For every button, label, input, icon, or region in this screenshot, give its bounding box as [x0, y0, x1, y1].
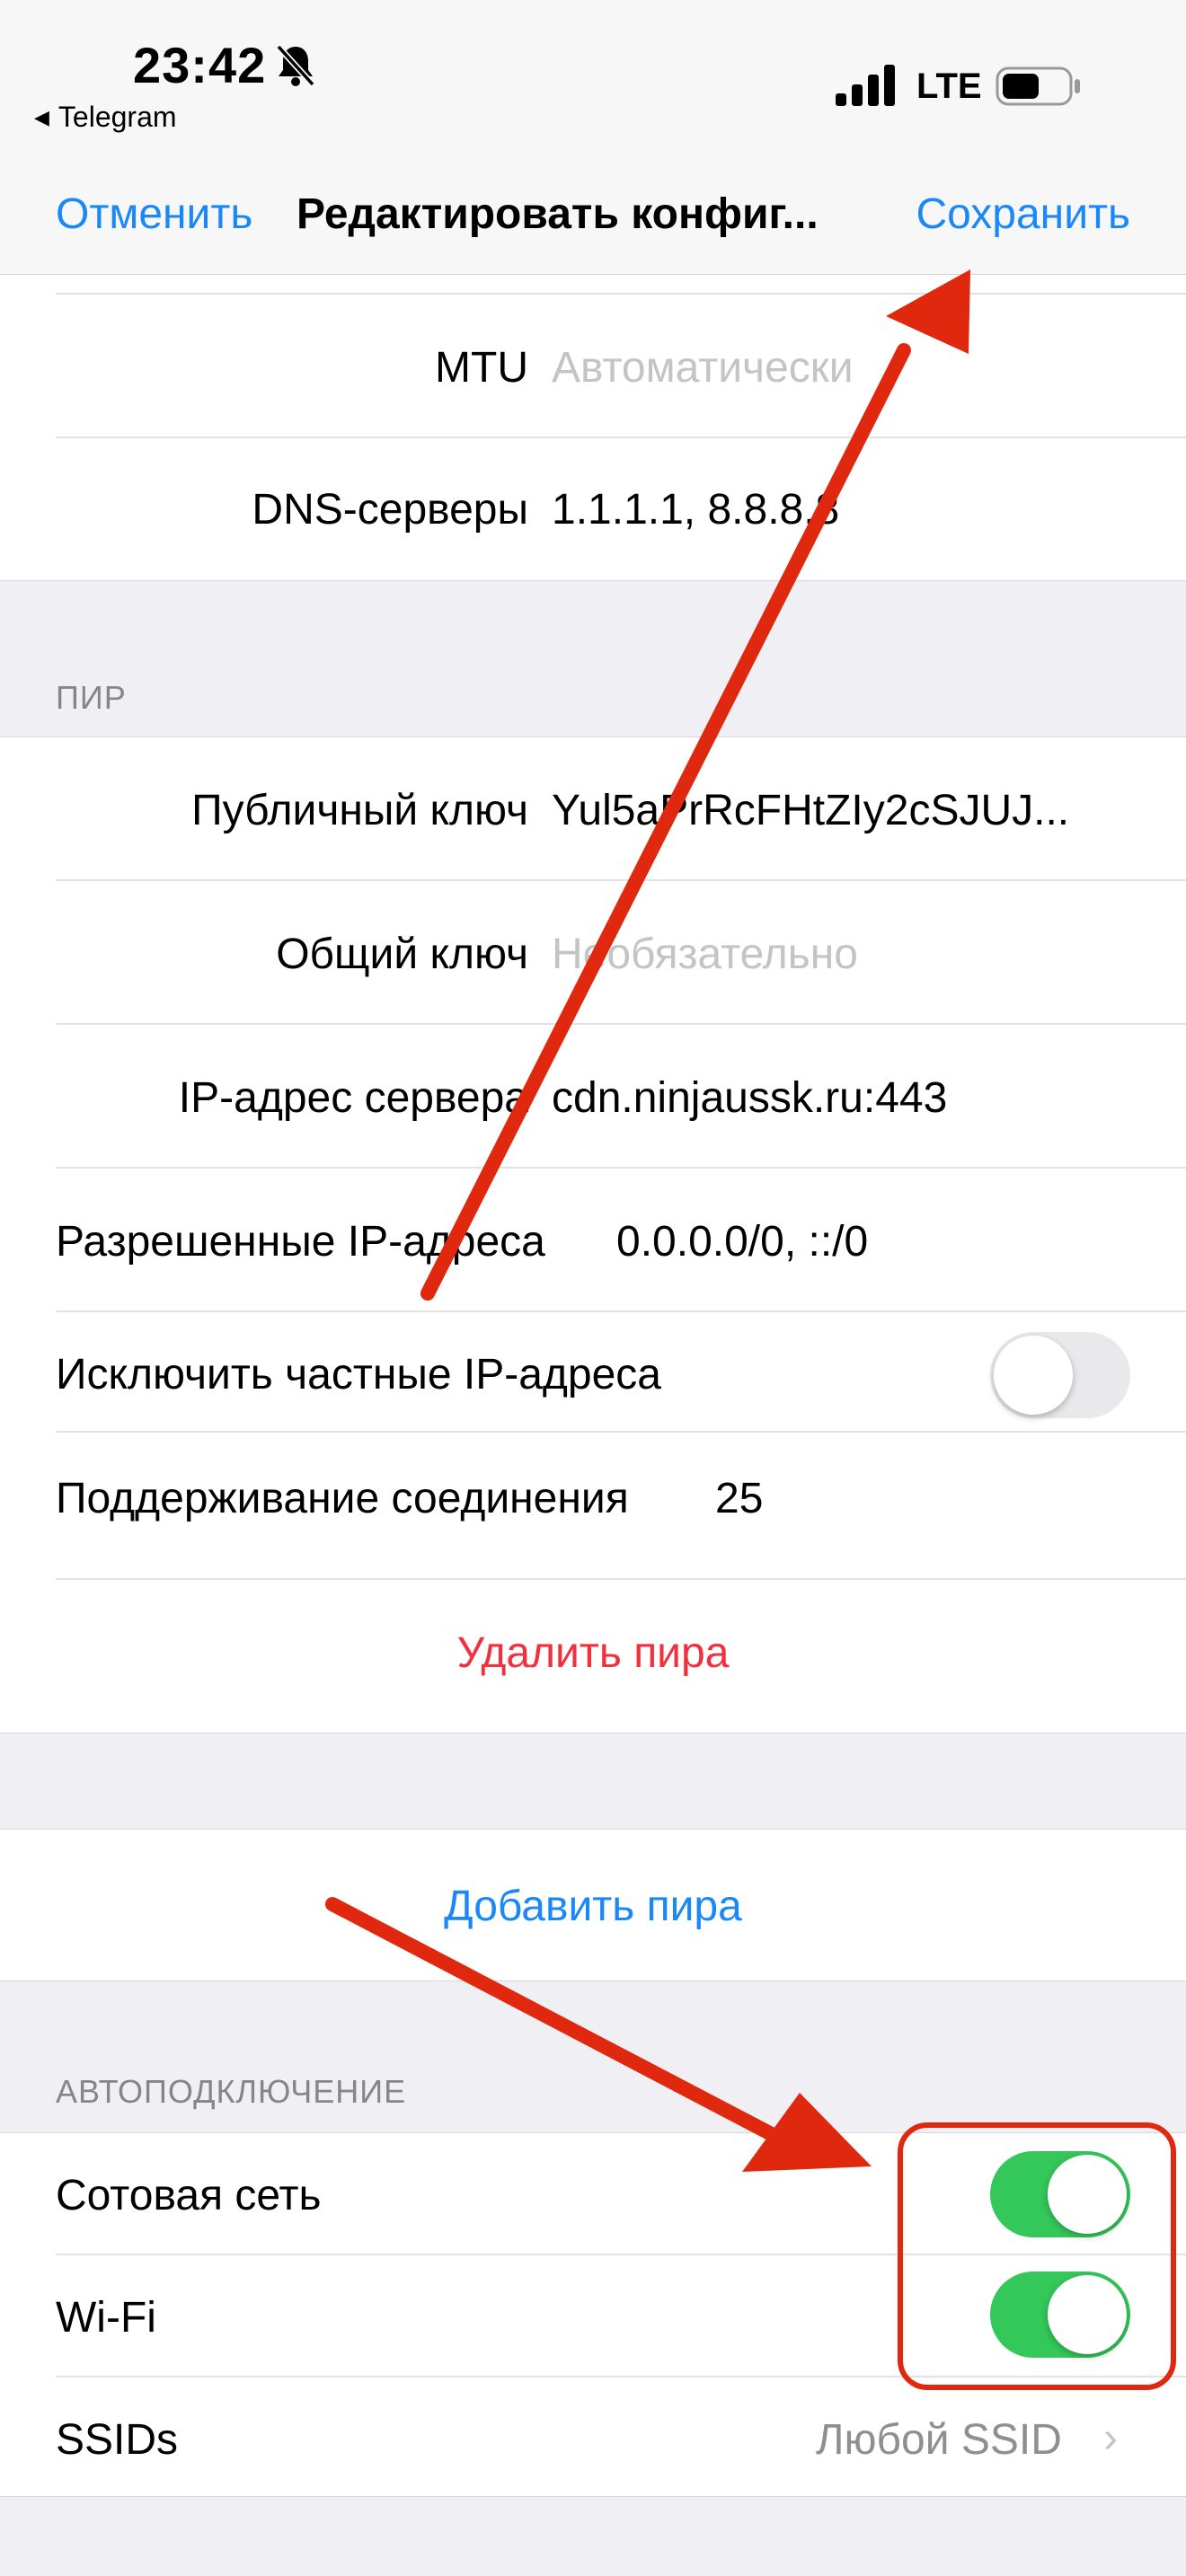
allowed-ips-input[interactable]: 0.0.0.0/0, ::/0 — [616, 1217, 868, 1266]
toggle-knob — [1048, 2275, 1127, 2354]
mtu-label: MTU — [435, 344, 528, 392]
add-peer-button[interactable]: Добавить пира — [0, 1882, 1186, 1931]
toggle-knob — [1048, 2155, 1127, 2234]
allowed-ips-label: Разрешенные IP-адреса — [56, 1218, 545, 1266]
keepalive-row[interactable]: Поддерживание соединения 25 — [0, 1433, 1186, 1576]
keepalive-label: Поддерживание соединения — [56, 1475, 629, 1522]
on-demand-section-header: АВТОПОДКЛЮЧЕНИЕ — [56, 2073, 407, 2110]
ssids-value: Любой SSID — [816, 2416, 1062, 2464]
bell-slash-icon — [276, 44, 315, 87]
add-peer-section: Добавить пира — [0, 1829, 1186, 1981]
interface-section: MTU Автоматически DNS-серверы 1.1.1.1, 8… — [0, 275, 1186, 581]
cellular-label: Сотовая сеть — [56, 2172, 322, 2219]
back-to-app-link[interactable]: ◀ Telegram — [34, 101, 177, 134]
public-key-input[interactable]: Yul5aPrRcFHtZIy2cSJUJ... — [552, 786, 1069, 835]
preshared-key-label: Общий ключ — [276, 931, 528, 978]
preshared-key-row[interactable]: Общий ключ Необязательно — [0, 881, 1186, 1025]
delete-peer-button[interactable]: Удалить пира — [0, 1628, 1186, 1678]
divider — [56, 1578, 1186, 1580]
dns-input[interactable]: 1.1.1.1, 8.8.8.8 — [552, 485, 839, 534]
on-demand-section: Сотовая сеть Wi-Fi SSIDs Любой SSID › — [0, 2132, 1186, 2497]
chevron-right-icon: › — [1103, 2414, 1118, 2462]
back-app-label: Telegram — [58, 101, 177, 133]
exclude-private-row: Исключить частные IP-адреса — [0, 1312, 1186, 1433]
endpoint-input[interactable]: cdn.ninjaussk.ru:443 — [552, 1073, 947, 1123]
back-triangle-icon: ◀ — [34, 106, 49, 128]
save-button[interactable]: Сохранить — [916, 190, 1130, 239]
exclude-private-label: Исключить частные IP-адреса — [56, 1351, 661, 1398]
endpoint-label: IP-адрес сервера — [178, 1074, 528, 1122]
allowed-ips-row[interactable]: Разрешенные IP-адреса 0.0.0.0/0, ::/0 — [0, 1169, 1186, 1312]
keepalive-input[interactable]: 25 — [715, 1474, 763, 1523]
status-time: 23:42 — [133, 37, 267, 93]
endpoint-row[interactable]: IP-адрес сервера cdn.ninjaussk.ru:443 — [0, 1025, 1186, 1169]
mtu-input[interactable]: Автоматически — [552, 343, 854, 393]
wifi-row: Wi-Fi — [0, 2255, 1186, 2376]
ssids-row[interactable]: SSIDs Любой SSID › — [0, 2378, 1186, 2496]
ssids-label: SSIDs — [56, 2416, 179, 2464]
public-key-label: Публичный ключ — [191, 787, 528, 834]
preshared-key-input[interactable]: Необязательно — [552, 930, 858, 979]
peer-section: Публичный ключ Yul5aPrRcFHtZIy2cSJUJ... … — [0, 737, 1186, 1734]
wifi-toggle[interactable] — [990, 2272, 1130, 2358]
exclude-private-toggle[interactable] — [990, 1332, 1130, 1418]
public-key-row[interactable]: Публичный ключ Yul5aPrRcFHtZIy2cSJUJ... — [0, 737, 1186, 881]
cancel-button[interactable]: Отменить — [56, 190, 252, 239]
toggle-knob — [994, 1336, 1073, 1415]
wifi-label: Wi-Fi — [56, 2294, 156, 2342]
dns-row[interactable]: DNS-серверы 1.1.1.1, 8.8.8.8 — [0, 438, 1186, 580]
navigation-bar: Отменить Редактировать конфиг... Сохрани… — [0, 157, 1186, 276]
signal-icon — [836, 65, 895, 106]
network-type: LTE — [916, 66, 982, 106]
mtu-row[interactable]: MTU Автоматически — [0, 296, 1186, 419]
status-bar: 23:42 ◀ Telegram LTE — [0, 0, 1186, 157]
cellular-row: Сотовая сеть — [0, 2133, 1186, 2254]
battery-icon — [996, 66, 1080, 106]
dns-label: DNS-серверы — [252, 486, 528, 534]
peer-section-header: ПИР — [56, 679, 127, 716]
page-title: Редактировать конфиг... — [296, 190, 819, 238]
divider — [56, 293, 1186, 295]
cellular-toggle[interactable] — [990, 2151, 1130, 2237]
